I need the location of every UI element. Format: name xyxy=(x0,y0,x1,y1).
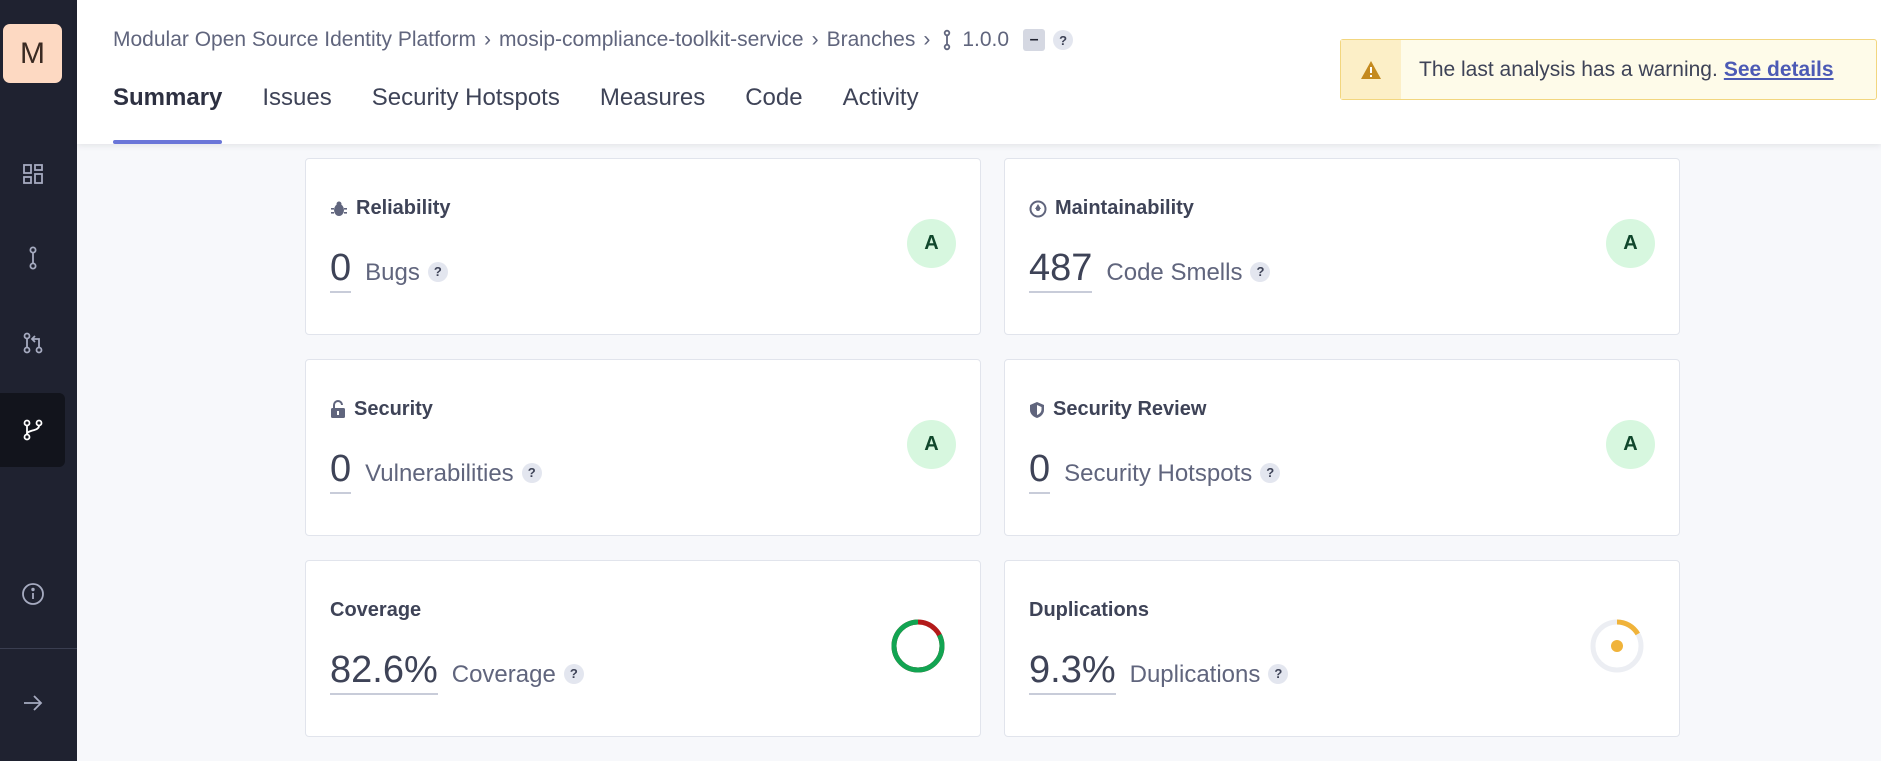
rating-badge[interactable]: A xyxy=(1606,420,1655,469)
help-icon[interactable]: ? xyxy=(427,261,448,282)
rating-badge[interactable]: A xyxy=(1606,219,1655,268)
metric: 0 Security Hotspots ? xyxy=(1029,448,1281,494)
help-icon[interactable]: ? xyxy=(563,663,584,684)
tab-code[interactable]: Code xyxy=(745,84,802,144)
tab-bar: Summary Issues Security Hotspots Measure… xyxy=(113,84,959,144)
coverage-value[interactable]: 82.6% xyxy=(330,649,438,695)
warning-message: The last analysis has a warning. xyxy=(1419,57,1718,81)
duplications-donut-icon xyxy=(1590,619,1644,673)
chevron-right-icon: › xyxy=(923,28,931,51)
avatar[interactable]: M xyxy=(3,24,62,83)
card-title-text: Reliability xyxy=(356,197,451,219)
vulnerabilities-count[interactable]: 0 xyxy=(330,448,352,494)
help-icon[interactable]: ? xyxy=(1260,462,1281,483)
chevron-right-icon: › xyxy=(811,28,819,51)
card-title: Maintainability xyxy=(1029,197,1194,220)
card-title: Coverage xyxy=(330,599,421,622)
card-title: Reliability xyxy=(330,197,450,220)
card-title-text: Security Review xyxy=(1053,398,1207,420)
coverage-donut-icon xyxy=(891,619,945,673)
card-title-text: Duplications xyxy=(1029,599,1150,621)
card-title: Security Review xyxy=(1029,398,1206,421)
sidebar: M xyxy=(0,0,77,761)
breadcrumb-version[interactable]: 1.0.0 xyxy=(962,28,1009,52)
metric-label: Code Smells xyxy=(1106,259,1243,286)
metric: 82.6% Coverage ? xyxy=(330,649,584,695)
maintainability-card: Maintainability 487 Code Smells ? A xyxy=(1004,158,1680,335)
chevron-right-icon: › xyxy=(484,28,492,51)
help-icon[interactable]: ? xyxy=(1268,663,1289,684)
warning-banner: The last analysis has a warning. See deta… xyxy=(1340,39,1877,100)
metric-label: Vulnerabilities xyxy=(365,460,514,487)
help-icon[interactable]: ? xyxy=(521,462,542,483)
bugs-count[interactable]: 0 xyxy=(330,247,352,293)
help-icon[interactable]: ? xyxy=(1053,30,1074,50)
branch-icon xyxy=(942,29,952,51)
header: Modular Open Source Identity Platform › … xyxy=(77,0,1881,144)
card-title: Security xyxy=(330,398,433,421)
tab-security-hotspots[interactable]: Security Hotspots xyxy=(372,84,560,144)
duplications-card: Duplications 9.3% Duplications ? xyxy=(1004,560,1680,737)
tab-summary[interactable]: Summary xyxy=(113,84,223,144)
collapse-button[interactable]: – xyxy=(1023,29,1046,51)
coverage-card: Coverage 82.6% Coverage ? xyxy=(305,560,981,737)
metric: 0 Vulnerabilities ? xyxy=(330,448,542,494)
breadcrumb-section[interactable]: Branches xyxy=(827,28,916,52)
projects-icon[interactable] xyxy=(0,137,65,211)
metric-label: Duplications xyxy=(1129,661,1261,688)
code-smells-count[interactable]: 487 xyxy=(1029,247,1093,293)
security-review-card: Security Review 0 Security Hotspots ? A xyxy=(1004,359,1680,536)
security-card: Security 0 Vulnerabilities ? A xyxy=(305,359,981,536)
expand-icon[interactable] xyxy=(0,666,65,740)
pull-request-icon[interactable] xyxy=(0,306,65,380)
rating-badge[interactable]: A xyxy=(907,420,956,469)
metric-label: Coverage xyxy=(451,661,556,688)
see-details-link[interactable]: See details xyxy=(1724,58,1834,81)
card-title-text: Coverage xyxy=(330,599,422,621)
breadcrumb-project[interactable]: mosip-compliance-toolkit-service xyxy=(499,28,804,52)
info-icon[interactable] xyxy=(0,557,65,631)
card-title: Duplications xyxy=(1029,599,1149,622)
unlock-icon xyxy=(330,400,346,419)
metric: 9.3% Duplications ? xyxy=(1029,649,1289,695)
metric-label: Security Hotspots xyxy=(1064,460,1253,487)
bug-icon xyxy=(330,200,348,218)
shield-icon xyxy=(1029,401,1045,419)
reliability-card: Reliability 0 Bugs ? A xyxy=(305,158,981,335)
metric-label: Bugs xyxy=(365,259,420,286)
tab-measures[interactable]: Measures xyxy=(600,84,705,144)
duplications-value[interactable]: 9.3% xyxy=(1029,649,1116,695)
rating-badge[interactable]: A xyxy=(907,219,956,268)
security-hotspots-count[interactable]: 0 xyxy=(1029,448,1051,494)
tab-issues[interactable]: Issues xyxy=(262,84,331,144)
breadcrumb: Modular Open Source Identity Platform › … xyxy=(113,28,1074,52)
help-icon[interactable]: ? xyxy=(1250,261,1271,282)
branch-icon[interactable] xyxy=(0,221,65,295)
warning-icon xyxy=(1341,40,1401,99)
breadcrumb-org[interactable]: Modular Open Source Identity Platform xyxy=(113,28,476,52)
warning-text: The last analysis has a warning. See deta… xyxy=(1419,58,1834,82)
maintainability-icon xyxy=(1029,200,1047,218)
card-title-text: Security xyxy=(354,398,433,420)
sidebar-divider xyxy=(0,648,77,649)
branches-icon[interactable] xyxy=(0,393,65,467)
tab-activity[interactable]: Activity xyxy=(843,84,919,144)
metric: 487 Code Smells ? xyxy=(1029,247,1271,293)
metric: 0 Bugs ? xyxy=(330,247,448,293)
card-title-text: Maintainability xyxy=(1055,197,1194,219)
